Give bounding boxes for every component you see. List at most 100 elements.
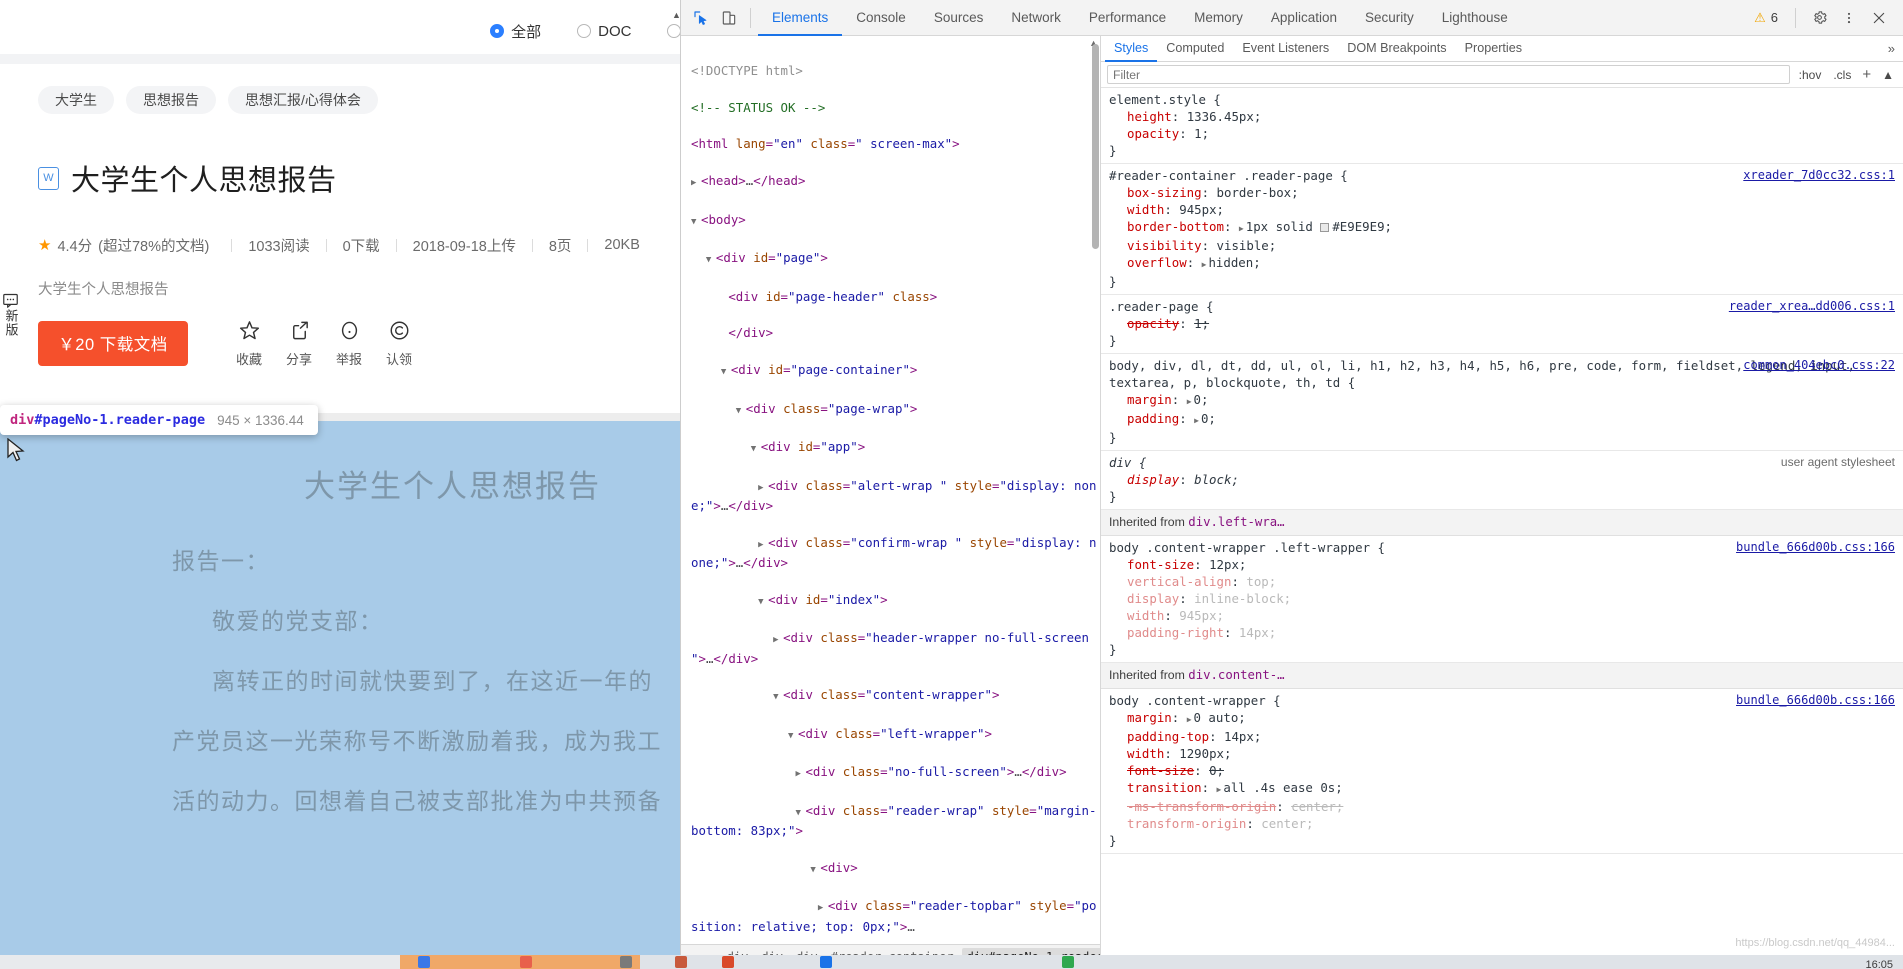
prop-value[interactable]: 945px;	[1179, 202, 1224, 217]
style-rule-element-style[interactable]: element.style { height: 1336.45px; opaci…	[1101, 88, 1903, 164]
dom-line[interactable]: ▶ <div class="no-full-screen">…</div>	[691, 763, 1098, 783]
prop-name[interactable]: vertical-align	[1109, 573, 1231, 590]
expand-triangle-icon[interactable]: ▶	[1187, 711, 1192, 728]
dom-line[interactable]: ▼ <div>	[691, 859, 1098, 879]
dom-line[interactable]: ▼ <body>	[691, 211, 1098, 231]
prop-value[interactable]: border-box;	[1217, 185, 1299, 200]
dom-line[interactable]: <div id="page-header" class>	[691, 288, 1098, 306]
prop-name[interactable]: font-size	[1109, 762, 1194, 779]
taskbar-icon[interactable]	[722, 956, 734, 968]
new-style-rule-button[interactable]: +	[1860, 66, 1873, 83]
prop-name[interactable]: opacity	[1109, 315, 1179, 332]
tag-item[interactable]: 思想报告	[126, 86, 216, 114]
tab-event-listeners[interactable]: Event Listeners	[1233, 36, 1338, 62]
tab-application[interactable]: Application	[1257, 0, 1351, 36]
prop-name[interactable]: -ms-transform-origin	[1109, 798, 1276, 815]
prop-value[interactable]: 0;	[1194, 392, 1209, 407]
prop-value[interactable]: top;	[1246, 574, 1276, 589]
prop-value[interactable]: inline-block;	[1194, 591, 1291, 606]
taskbar-icon[interactable]	[1062, 956, 1074, 968]
more-vertical-icon[interactable]	[1835, 4, 1863, 32]
style-rule-reader-page[interactable]: reader_xrea…dd006.css:1 .reader-page { o…	[1101, 295, 1903, 354]
prop-value[interactable]: 1290px;	[1179, 746, 1231, 761]
dom-line[interactable]: ▶ <div class="header-wrapper no-full-scre…	[691, 629, 1098, 668]
prop-name[interactable]: transform-origin	[1109, 815, 1246, 832]
prop-name[interactable]: display	[1109, 471, 1179, 488]
style-rule-content-wrapper[interactable]: bundle_666d00b.css:166 body .content-wra…	[1101, 689, 1903, 854]
prop-name[interactable]: width	[1109, 745, 1164, 762]
prop-name[interactable]: visibility	[1109, 237, 1202, 254]
prop-value[interactable]: 945px;	[1179, 608, 1224, 623]
dom-line[interactable]: </div>	[691, 324, 1098, 342]
dom-line[interactable]: ▼ <div id="page">	[691, 249, 1098, 269]
prop-name[interactable]: border-bottom	[1109, 218, 1224, 235]
tab-elements[interactable]: Elements	[758, 0, 842, 36]
dom-tree-scrollbar[interactable]: ▲	[1089, 36, 1100, 969]
prop-value[interactable]: 14px;	[1239, 625, 1276, 640]
prop-name[interactable]: font-size	[1109, 556, 1194, 573]
prop-name[interactable]: width	[1109, 201, 1164, 218]
prop-name[interactable]: overflow	[1109, 254, 1187, 271]
rule-source-link[interactable]: bundle_666d00b.css:166	[1736, 539, 1895, 556]
tab-sources[interactable]: Sources	[920, 0, 998, 36]
style-rule-left-wrapper[interactable]: bundle_666d00b.css:166 body .content-wra…	[1101, 536, 1903, 663]
page-scroll-up-arrow[interactable]: ▲	[672, 10, 681, 20]
tab-dom-breakpoints[interactable]: DOM Breakpoints	[1338, 36, 1455, 62]
device-toolbar-icon[interactable]	[715, 4, 743, 32]
prop-value[interactable]: 12px;	[1209, 557, 1246, 572]
prop-value[interactable]: 1;	[1194, 126, 1209, 141]
dom-tree-pane[interactable]: <!DOCTYPE html> <!-- STATUS OK --> <html…	[681, 36, 1101, 969]
rule-source-link[interactable]: bundle_666d00b.css:166	[1736, 692, 1895, 709]
taskbar-icon[interactable]	[620, 956, 632, 968]
tab-network[interactable]: Network	[997, 0, 1075, 36]
dom-line[interactable]: <!-- STATUS OK -->	[691, 99, 1098, 117]
dom-line[interactable]: ▶ <head>…</head>	[691, 172, 1098, 192]
prop-name[interactable]: opacity	[1109, 125, 1179, 142]
prop-name[interactable]: box-sizing	[1109, 184, 1202, 201]
dom-line[interactable]: <!DOCTYPE html>	[691, 62, 1098, 80]
expand-triangle-icon[interactable]: ▶	[1194, 412, 1199, 429]
favorite-button[interactable]: 收藏	[224, 319, 274, 368]
prop-name[interactable]: width	[1109, 607, 1164, 624]
tab-lighthouse[interactable]: Lighthouse	[1428, 0, 1522, 36]
style-rule-user-agent-div[interactable]: user agent stylesheet div { display: blo…	[1101, 451, 1903, 510]
prop-name[interactable]: transition	[1109, 779, 1202, 796]
styles-filter-input[interactable]	[1107, 65, 1790, 84]
report-button[interactable]: 举报	[324, 319, 374, 368]
rule-source-link[interactable]: xreader_7d0cc32.css:1	[1743, 167, 1895, 184]
rule-source-link[interactable]: common_404ebc0.css:22	[1743, 357, 1895, 374]
warning-count-badge[interactable]: ⚠ 6	[1746, 10, 1786, 26]
prop-name[interactable]: height	[1109, 108, 1172, 125]
taskbar-icon[interactable]	[675, 956, 687, 968]
tab-security[interactable]: Security	[1351, 0, 1428, 36]
expand-triangle-icon[interactable]: ▶	[1202, 256, 1207, 273]
dom-line[interactable]: ▼ <div class="left-wrapper">	[691, 725, 1098, 745]
style-rule-reader-container-reader-page[interactable]: xreader_7d0cc32.css:1 #reader-container …	[1101, 164, 1903, 295]
prop-value[interactable]: 0;	[1201, 411, 1216, 426]
tab-styles[interactable]: Styles	[1105, 36, 1157, 62]
claim-button[interactable]: 认领	[374, 319, 424, 368]
prop-value[interactable]: block;	[1194, 472, 1239, 487]
tab-computed[interactable]: Computed	[1157, 36, 1233, 62]
dom-scrollbar-thumb[interactable]	[1092, 44, 1099, 249]
expand-triangle-icon[interactable]: ▶	[1187, 393, 1192, 410]
prop-value[interactable]: 1336.45px;	[1187, 109, 1262, 124]
expand-triangle-icon[interactable]: ▶	[1217, 781, 1222, 798]
dom-line[interactable]: ▼ <div class="reader-wrap" style="margin-…	[691, 802, 1098, 841]
styles-scroll-up-icon[interactable]: ▲	[1879, 68, 1897, 82]
prop-name[interactable]: margin	[1109, 391, 1172, 408]
dom-line[interactable]: ▼ <div id="page-container">	[691, 361, 1098, 381]
tag-item[interactable]: 思想汇报/心得体会	[228, 86, 378, 114]
radio-selected-icon[interactable]	[490, 24, 505, 38]
prop-name[interactable]: margin	[1109, 709, 1172, 726]
prop-value[interactable]: 0 auto;	[1194, 710, 1246, 725]
prop-value[interactable]: center;	[1261, 816, 1313, 831]
prop-value[interactable]: all .4s ease 0s;	[1223, 780, 1342, 795]
rule-source-link[interactable]: reader_xrea…dd006.css:1	[1729, 298, 1895, 315]
taskbar-icon[interactable]	[520, 956, 532, 968]
filter-option-all[interactable]: 全部	[490, 21, 541, 42]
prop-name[interactable]: padding	[1109, 410, 1179, 427]
dom-line[interactable]: ▼ <div class="content-wrapper">	[691, 686, 1098, 706]
inspect-element-icon[interactable]	[687, 4, 715, 32]
prop-value[interactable]: center;	[1291, 799, 1343, 814]
